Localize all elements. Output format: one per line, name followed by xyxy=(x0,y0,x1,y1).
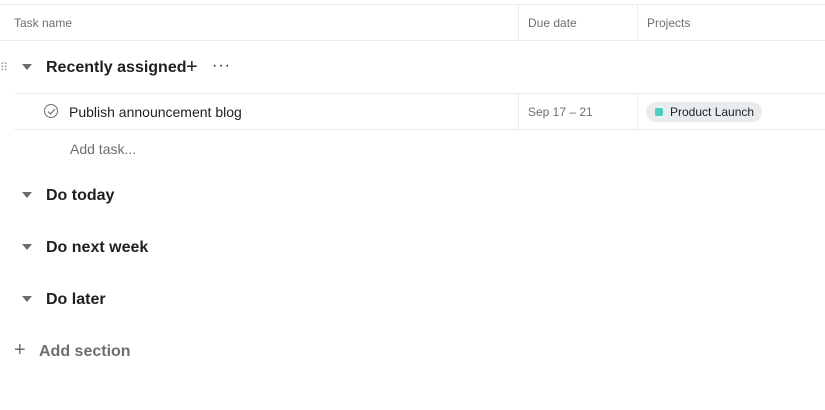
add-section-label: Add section xyxy=(39,343,131,360)
task-row[interactable]: Publish announcement blog Sep 17 – 21 Pr… xyxy=(14,93,825,130)
caret-down-icon[interactable] xyxy=(22,296,32,302)
task-due-date[interactable]: Sep 17 – 21 xyxy=(518,94,637,129)
section-do-later: Do later xyxy=(0,285,825,315)
section-do-next-week: Do next week xyxy=(0,233,825,263)
task-projects-cell[interactable]: Product Launch xyxy=(637,94,825,129)
project-color-dot xyxy=(655,108,663,116)
add-task-link[interactable]: Add task... xyxy=(70,140,136,158)
plus-icon: + xyxy=(14,339,26,361)
caret-down-icon[interactable] xyxy=(22,64,32,70)
section-title[interactable]: Do next week xyxy=(46,237,148,259)
section-recently-assigned: ⠿ Recently assigned + ··· xyxy=(0,53,825,83)
caret-down-icon[interactable] xyxy=(22,192,32,198)
column-due-date[interactable]: Due date xyxy=(518,5,637,41)
add-task-plus-icon[interactable]: + xyxy=(186,56,198,78)
more-icon[interactable]: ··· xyxy=(212,56,231,76)
project-tag[interactable]: Product Launch xyxy=(646,102,763,122)
section-title[interactable]: Recently assigned xyxy=(46,57,187,79)
my-tasks-list: Task name Due date Projects ⠿ Recently a… xyxy=(0,0,825,410)
task-name[interactable]: Publish announcement blog xyxy=(69,94,242,130)
check-circle-icon[interactable] xyxy=(44,104,58,118)
project-label: Product Launch xyxy=(670,105,755,119)
section-do-today: Do today xyxy=(0,181,825,211)
column-task-name[interactable]: Task name xyxy=(14,5,72,41)
column-projects[interactable]: Projects xyxy=(637,5,825,41)
column-header-row: Task name Due date Projects xyxy=(0,4,825,41)
section-title[interactable]: Do later xyxy=(46,289,106,311)
drag-handle-icon[interactable]: ⠿ xyxy=(0,61,8,75)
section-title[interactable]: Do today xyxy=(46,185,114,207)
caret-down-icon[interactable] xyxy=(22,244,32,250)
